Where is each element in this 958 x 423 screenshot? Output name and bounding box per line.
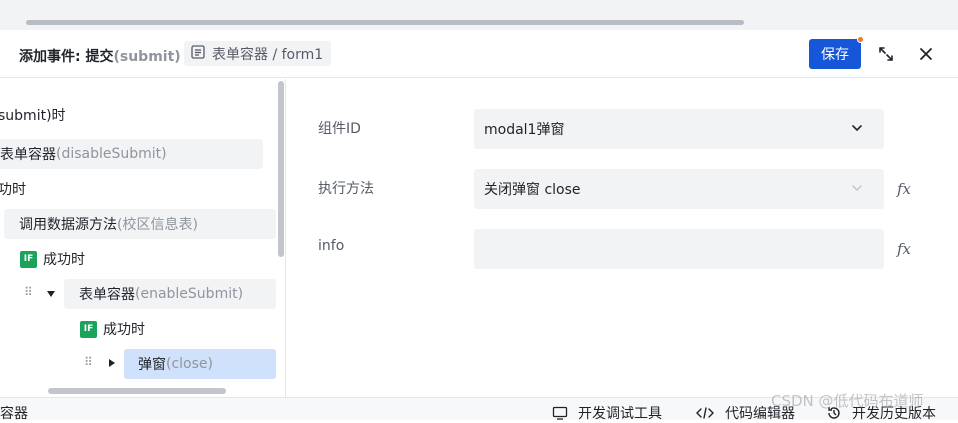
monitor-icon (552, 406, 568, 420)
code-icon (696, 407, 714, 419)
tree-row-label: 功时 (0, 182, 26, 198)
tree-row-hint: (close) (166, 356, 213, 372)
footer-container-tab[interactable]: 容器 (0, 403, 28, 423)
watermark: CSDN @低代码布道师 (771, 392, 924, 410)
tree-row-hint: (disableSubmit) (56, 146, 167, 162)
tree-row-label: 成功时 (103, 322, 145, 338)
close-icon[interactable] (914, 42, 938, 66)
tree-row-call-datasource[interactable]: 调用数据源方法 (校区信息表) (4, 209, 276, 239)
tree-row-label: submit)时 (0, 108, 66, 124)
horizontal-scrollbar[interactable] (26, 20, 744, 25)
expand-icon[interactable] (874, 42, 898, 66)
method-value: 关闭弹窗 close (484, 182, 581, 198)
method-label: 执行方法 (318, 181, 374, 197)
if-badge: IF (20, 250, 37, 268)
tree-horizontal-scrollbar[interactable] (48, 388, 226, 394)
dialog-header: 添加事件: 提交(submit) 表单容器 / form1 保存 (0, 30, 958, 78)
tree-row-hint: (校区信息表) (117, 217, 198, 233)
save-label: 保存 (821, 47, 849, 63)
drag-handle-icon[interactable]: ⠿ (84, 355, 93, 369)
chevron-down-icon (852, 125, 862, 132)
tree-row-submit[interactable]: submit)时 (0, 100, 66, 130)
tree-row-close-modal[interactable]: 弹窗 (close) (124, 349, 276, 379)
tree-row-if-success[interactable]: IF 成功时 (20, 244, 85, 274)
footer-container-label: 容器 (0, 406, 28, 422)
tree-vertical-scrollbar[interactable] (278, 81, 284, 257)
form-list-icon (190, 44, 206, 64)
save-button[interactable]: 保存 (809, 36, 864, 69)
top-strip (0, 0, 958, 30)
tree-row-if-success-2[interactable]: IF 成功时 (80, 314, 145, 344)
tree-row-label: 弹窗 (138, 357, 166, 373)
unsaved-dot (857, 36, 864, 43)
tree-row-success[interactable]: 功时 (0, 174, 26, 204)
component-id-label: 组件ID (318, 121, 361, 137)
breadcrumb[interactable]: 表单容器 / form1 (184, 41, 332, 66)
debug-tools-button[interactable]: 开发调试工具 (552, 403, 662, 423)
info-label: info (318, 238, 345, 254)
formula-icon[interactable]: fx (897, 180, 911, 198)
tree-row-label: 成功时 (43, 252, 85, 268)
title-prefix: 添加事件: 提交 (19, 49, 114, 65)
debug-tools-label: 开发调试工具 (578, 406, 662, 422)
tree-row-label: 表单容器 (0, 147, 56, 163)
if-badge: IF (80, 320, 97, 338)
tree-row-hint: (enableSubmit) (135, 286, 244, 302)
breadcrumb-text: 表单容器 / form1 (212, 46, 324, 63)
dialog-title: 添加事件: 提交(submit) (19, 46, 181, 66)
tree-row-label: 调用数据源方法 (19, 217, 117, 233)
collapse-triangle-icon[interactable] (47, 291, 55, 297)
info-input[interactable] (474, 229, 884, 269)
method-select[interactable]: 关闭弹窗 close (474, 169, 884, 209)
chevron-down-icon (852, 185, 862, 191)
formula-icon[interactable]: fx (897, 240, 911, 258)
tree-row-enable-submit[interactable]: 表单容器 (enableSubmit) (64, 279, 276, 309)
component-id-select[interactable]: modal1弹窗 (474, 109, 884, 149)
action-tree-panel: submit)时 表单容器 (disableSubmit) 功时 调用数据源方法… (0, 79, 286, 397)
tree-row-label: 表单容器 (79, 287, 135, 303)
drag-handle-icon[interactable]: ⠿ (24, 285, 33, 299)
title-event: (submit) (113, 49, 181, 65)
tree-row-disable-submit[interactable]: 表单容器 (disableSubmit) (0, 139, 263, 169)
component-id-value: modal1弹窗 (484, 122, 565, 138)
expand-triangle-icon[interactable] (109, 359, 115, 367)
